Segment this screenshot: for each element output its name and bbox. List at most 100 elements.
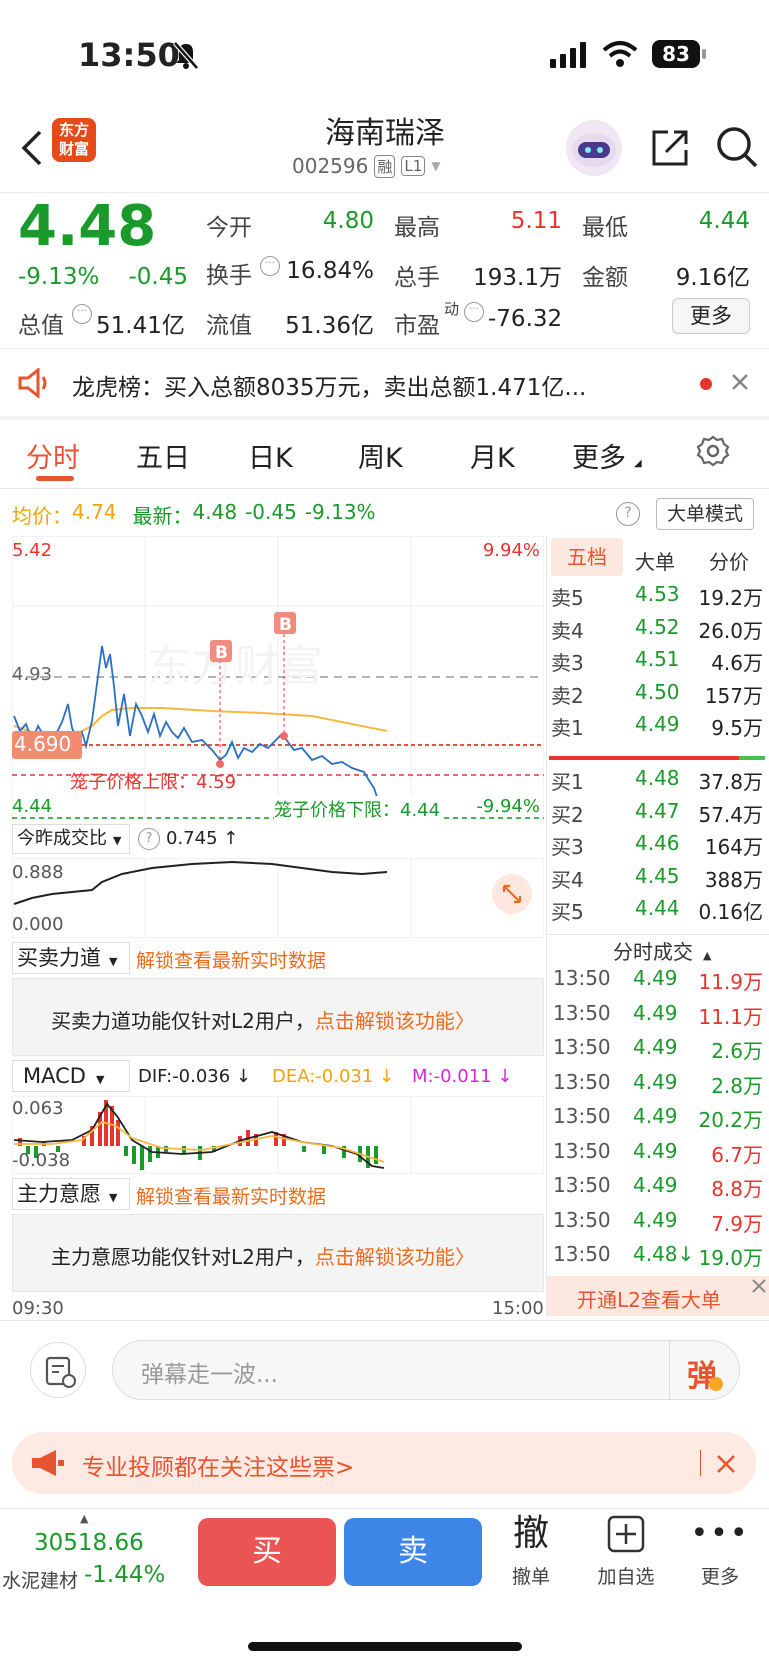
tab-price-dist[interactable]: 分价 [709,546,749,575]
tick-row: 13:50 4.49 2.8万 [553,1070,769,1105]
bid-price: 4.47 [635,798,680,823]
macd-dropdown[interactable]: MACD ▼ [12,1060,130,1092]
notice-bar[interactable]: 龙虎榜：买入总额8035万元，卖出总额1.471亿... [0,350,769,416]
chart-top-price: 5.42 [12,540,53,561]
pe-value: -76.32 [488,306,563,332]
bid-level: 买5 [551,900,584,924]
settings-icon[interactable] [696,434,730,468]
tab-five-day[interactable]: 五日 [136,436,190,475]
info-icon[interactable]: ··· [464,302,484,322]
robot-avatar[interactable] [566,120,622,176]
close-icon[interactable] [716,1454,736,1474]
main-force-unlock-link[interactable]: 点击解锁该功能 [315,1245,455,1269]
force-dropdown[interactable]: 买卖力道 ▼ [12,942,130,974]
float-label: 流值 [206,313,252,339]
l2-banner[interactable]: 开通L2查看大单 [547,1276,769,1316]
ratio-dropdown[interactable]: 今昨成交比 ▼ [12,824,130,854]
index-widget[interactable]: ▲ 30518.66 水泥建材 -1.44% [0,1510,180,1592]
pe-label: 市盈 [394,313,440,339]
macd-chart: 0.063 -0.038 [12,1096,544,1174]
current-price-tag: 4.690 [14,732,72,756]
unread-dot [700,378,712,390]
more-button[interactable]: 更多 [672,298,750,334]
ask-volume: 4.6万 [711,651,763,675]
avg-value: 4.74 [72,500,117,524]
macd-bottom: -0.038 [12,1150,71,1171]
ratio-bottom: 0.000 [12,914,64,935]
tick-volume: 2.6万 [711,1039,763,1063]
tick-volume: 7.9万 [711,1211,763,1236]
bid-volume: 388万 [704,867,763,892]
main-force-dropdown[interactable]: 主力意愿 ▼ [12,1178,130,1210]
big-order-mode-button[interactable]: 大单模式 [656,498,754,530]
amount-label: 金额 [582,265,628,291]
tab-more[interactable]: 更多 [572,436,626,475]
ratio-label: 今昨成交比 [17,828,107,849]
tick-time: 13:50 [553,1138,611,1163]
latest-percent: -9.13% [304,500,376,524]
megaphone-icon [30,1448,66,1478]
last-price: 4.48 [18,194,157,259]
tick-row: 13:50 4.49 11.1万 [553,1001,769,1036]
cancel-order-button[interactable]: 撤 撤单 [500,1514,562,1594]
chevron-right-icon: 〉 [454,1009,475,1033]
tick-price: 4.49 [633,1173,678,1197]
tab-big-orders[interactable]: 大单 [635,546,675,575]
danmaku-toggle-icon[interactable] [30,1342,86,1398]
ask-row: 卖3 4.51 4.6万 [551,647,767,680]
info-icon[interactable]: ··· [260,256,280,276]
latest-change: -0.45 [245,500,297,524]
tab-weekly-k[interactable]: 周K [358,436,403,475]
dropdown-icon: ▼ [431,159,441,173]
promo-banner[interactable]: 专业投顾都在关注这些票> [12,1432,756,1494]
tick-time: 13:50 [553,1242,611,1266]
cancel-order-label: 撤单 [511,1566,550,1588]
tab-daily-k[interactable]: 日K [248,436,293,475]
bid-volume: 37.8万 [698,770,763,794]
tick-time: 13:50 [553,1173,611,1197]
info-icon[interactable]: ··· [72,304,92,324]
help-icon[interactable]: ? [138,828,160,850]
ask-volume: 26.0万 [698,618,763,643]
bid-volume: 164万 [704,835,763,859]
macd-dif: DIF:-0.036 ↓ [138,1066,252,1087]
ask-level: 卖3 [551,651,584,675]
tick-row: 13:50 4.49 20.2万 [553,1104,769,1139]
close-icon[interactable] [751,1278,767,1294]
ask-level: 卖2 [551,683,584,708]
main-force-unlock-text[interactable]: 解锁查看最新实时数据 [136,1182,326,1209]
add-watchlist-button[interactable]: 加自选 [588,1514,664,1594]
ask-row: 卖5 4.53 19.2万 [551,582,767,615]
change-amount: -0.45 [128,264,188,290]
main-force-desc: 主力意愿功能仅针对L2用户， [51,1245,315,1269]
ask-row: 卖1 4.49 9.5万 [551,712,767,745]
force-unlock-link[interactable]: 点击解锁该功能 [315,1009,455,1033]
speaker-icon [16,368,54,398]
latest-value: 4.48 [192,500,238,524]
back-icon[interactable] [18,128,44,168]
cage-upper-limit: 笼子价格上限：4.59 [70,772,237,793]
help-icon[interactable]: ? [616,502,640,526]
ask-price: 4.51 [635,647,680,671]
intraday-chart[interactable]: 东方财富 B B 5.42 9.94% 4.93 4.690 笼子价格上限：4.… [12,536,544,822]
more-menu-button[interactable]: ••• 更多 [686,1514,754,1594]
tab-five-levels[interactable]: 五档 [551,538,623,576]
tab-monthly-k[interactable]: 月K [470,436,515,475]
index-percent: -1.44% [84,1562,166,1588]
stock-code-row[interactable]: 002596 融 L1 ▼ [292,152,441,180]
tab-intraday[interactable]: 分时 [26,436,80,475]
force-unlock-text[interactable]: 解锁查看最新实时数据 [136,946,326,973]
tick-row: 13:50 4.49 2.6万 [553,1035,769,1070]
danmaku-input[interactable]: 弹幕走一波... 弹 [112,1340,740,1400]
add-watchlist-label: 加自选 [597,1566,655,1588]
tick-row: 13:50 4.49 6.7万 [553,1139,769,1174]
search-icon[interactable] [714,124,760,170]
check-icon [709,1377,723,1391]
sell-button[interactable]: 卖 [344,1518,482,1586]
close-icon[interactable] [730,372,750,392]
share-icon[interactable] [648,126,692,170]
ticks-title-row[interactable]: 分时成交 ▲ [613,936,711,965]
buy-button[interactable]: 买 [198,1518,336,1586]
high-label: 最高 [394,215,440,241]
expand-icon[interactable] [492,874,532,914]
